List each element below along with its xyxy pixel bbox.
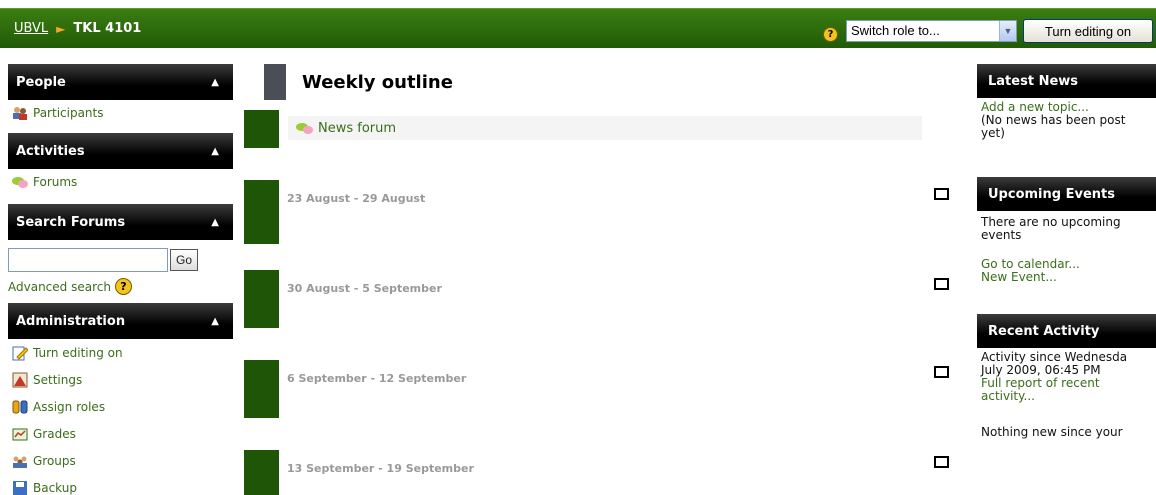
advanced-search-link[interactable]: Advanced search [8, 280, 111, 294]
edit-icon [12, 345, 29, 361]
section-marker [244, 110, 279, 148]
left-column: People ▲ Participants Activities ▲ Forum… [8, 56, 233, 495]
people-block: Participants [8, 100, 233, 128]
sidebar-item-forums[interactable]: Forums [12, 171, 233, 193]
collapse-icon[interactable]: ▲ [211, 77, 219, 88]
upcoming-events-header: Upcoming Events [977, 177, 1156, 211]
latest-news-text: (No news has been post [981, 113, 1126, 127]
people-block-header: People ▲ [8, 64, 233, 100]
top-navbar: UBVL ► TKL 4101 ? Switch role to... ▼ Tu… [0, 0, 1156, 56]
new-event-link[interactable]: New Event... [981, 271, 1152, 284]
help-icon[interactable]: ? [823, 27, 838, 42]
administration-block: Turn editing on Settings Assign roles Gr… [8, 339, 233, 495]
go-button[interactable]: Go [170, 249, 198, 271]
breadcrumb-home-link[interactable]: UBVL [14, 21, 48, 36]
admin-item-label: Assign roles [33, 399, 106, 414]
navbar-bar: UBVL ► TKL 4101 ? Switch role to... ▼ Tu… [0, 8, 1156, 48]
section-marker [244, 360, 279, 418]
administration-block-header: Administration ▲ [8, 303, 233, 339]
activities-block-header: Activities ▲ [8, 133, 233, 169]
backup-icon [12, 480, 28, 495]
highlight-week-checkbox[interactable] [934, 188, 949, 200]
admin-item-label: Groups [33, 453, 76, 468]
breadcrumb-course: TKL 4101 [73, 21, 142, 36]
highlight-week-checkbox[interactable] [934, 278, 949, 290]
admin-item-settings[interactable]: Settings [12, 366, 233, 393]
participants-icon [12, 105, 28, 121]
news-forum-link[interactable]: News forum [318, 121, 396, 136]
collapse-icon[interactable]: ▲ [211, 146, 219, 157]
right-column: Latest News Add a new topic... (No news … [977, 56, 1156, 439]
latest-news-header: Latest News [977, 64, 1156, 98]
admin-item-backup[interactable]: Backup [12, 474, 233, 495]
week-label: 30 August - 5 September [287, 282, 442, 295]
forums-icon [296, 120, 313, 136]
collapse-icon[interactable]: ▲ [211, 217, 219, 228]
upcoming-text: events [981, 228, 1022, 242]
admin-item-label: Backup [33, 480, 77, 495]
recent-activity-block: Activity since Wednesda July 2009, 06:45… [977, 348, 1156, 439]
highlight-week-checkbox[interactable] [934, 456, 949, 468]
roles-icon [12, 399, 28, 415]
admin-item-groups[interactable]: Groups [12, 447, 233, 474]
sidebar-item-participants[interactable]: Participants [12, 102, 233, 124]
groups-icon [12, 453, 28, 469]
admin-item-grades[interactable]: Grades [12, 420, 233, 447]
admin-item-label: Turn editing on [33, 345, 123, 360]
recent-text: Nothing new since your [981, 425, 1123, 439]
settings-icon [12, 372, 28, 388]
activities-block: Forums [8, 169, 233, 197]
turn-editing-on-button[interactable]: Turn editing on [1023, 19, 1153, 43]
admin-item-turn-editing-on[interactable]: Turn editing on [12, 339, 233, 366]
breadcrumb-arrow-icon: ► [56, 21, 66, 36]
highlight-week-checkbox[interactable] [934, 366, 949, 378]
forums-icon [12, 174, 28, 190]
admin-item-assign-roles[interactable]: Assign roles [12, 393, 233, 420]
section-marker [244, 270, 279, 328]
collapse-icon[interactable]: ▲ [211, 316, 219, 327]
chevron-down-icon[interactable]: ▼ [999, 21, 1016, 41]
search-forums-block: Go Advanced search ? [8, 240, 233, 299]
upcoming-events-block: There are no upcoming events Go to calen… [977, 211, 1156, 284]
people-block-title: People [16, 74, 66, 90]
recent-activity-header: Recent Activity [977, 314, 1156, 348]
breadcrumb: UBVL ► TKL 4101 [14, 21, 141, 36]
search-row: Go [8, 248, 233, 272]
section-marker [244, 450, 279, 495]
advanced-search: Advanced search ? [8, 278, 233, 295]
week-label: 23 August - 29 August [287, 192, 426, 205]
administration-title: Administration [16, 313, 126, 329]
full-report-link[interactable]: activity... [981, 390, 1152, 403]
participants-label: Participants [33, 106, 104, 120]
weekly-outline-marker [264, 64, 286, 100]
search-forums-title: Search Forums [16, 214, 126, 230]
switch-role-select[interactable]: Switch role to... ▼ [846, 20, 1017, 42]
help-icon[interactable]: ? [114, 278, 132, 295]
grades-icon [12, 426, 28, 442]
latest-news-block: Add a new topic... (No news has been pos… [977, 98, 1156, 140]
admin-item-label: Grades [33, 426, 76, 441]
section-marker [244, 180, 279, 244]
news-forum-row: News forum [288, 116, 922, 140]
week-label: 13 September - 19 September [287, 462, 474, 475]
page-title: Weekly outline [302, 72, 453, 93]
week-label: 6 September - 12 September [287, 372, 467, 385]
switch-role-value: Switch role to... [851, 23, 940, 38]
latest-news-text: yet) [981, 126, 1005, 140]
admin-item-label: Settings [33, 372, 83, 387]
search-input[interactable] [8, 248, 168, 272]
activities-block-title: Activities [16, 143, 85, 159]
search-forums-block-header: Search Forums ▲ [8, 204, 233, 240]
forums-label: Forums [33, 175, 78, 189]
